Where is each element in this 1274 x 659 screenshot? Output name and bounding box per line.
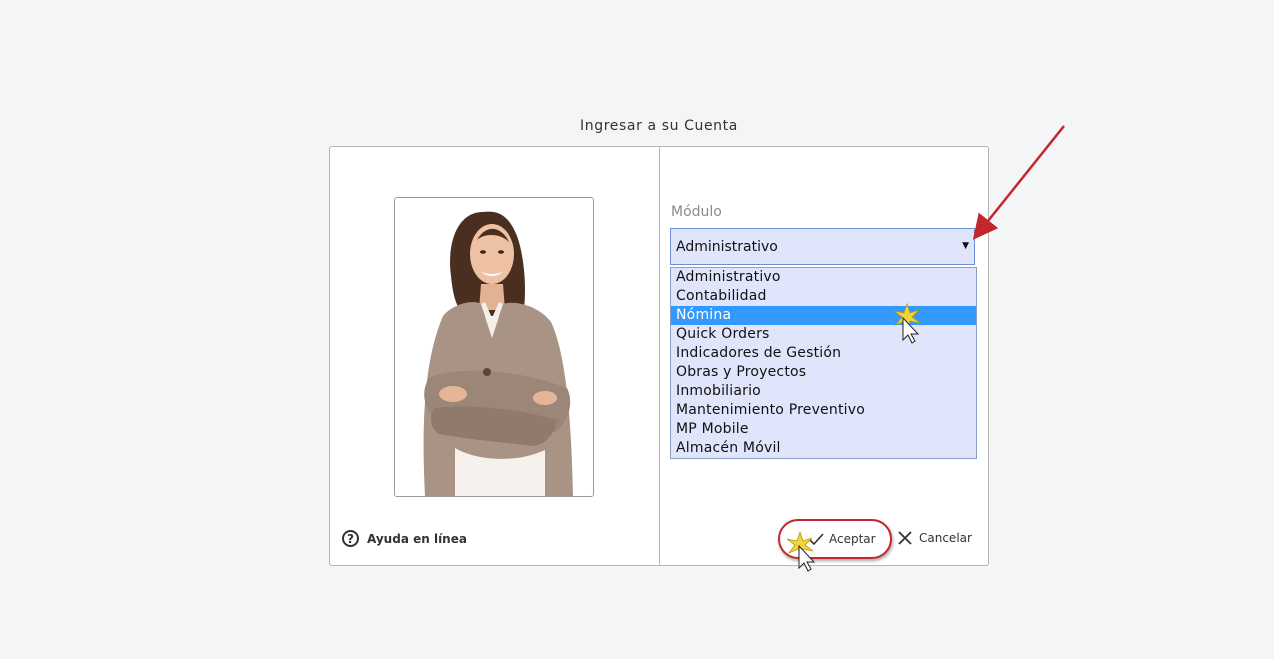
- user-photo: [394, 197, 594, 497]
- accept-button[interactable]: Aceptar: [807, 532, 876, 546]
- close-icon: [898, 531, 912, 545]
- module-option-mp-mobile[interactable]: MP Mobile: [671, 420, 976, 439]
- cancel-button[interactable]: Cancelar: [897, 530, 972, 546]
- module-option-inmobiliario[interactable]: Inmobiliario: [671, 382, 976, 401]
- login-dialog: ? Ayuda en línea Módulo Administrativo ▼…: [329, 146, 989, 566]
- module-option-indicadores[interactable]: Indicadores de Gestión: [671, 344, 976, 363]
- module-option-quick-orders[interactable]: Quick Orders: [671, 325, 976, 344]
- question-circle-icon: ?: [342, 530, 359, 547]
- module-option-mantenimiento[interactable]: Mantenimiento Preventivo: [671, 401, 976, 420]
- module-select-value: Administrativo: [676, 239, 778, 255]
- online-help-label: Ayuda en línea: [367, 531, 467, 546]
- online-help-link[interactable]: ? Ayuda en línea: [342, 530, 467, 547]
- caret-down-icon[interactable]: ▼: [962, 241, 969, 251]
- accept-label: Aceptar: [829, 532, 876, 546]
- module-dropdown-list: Administrativo Contabilidad Nómina Quick…: [670, 267, 977, 459]
- module-option-administrativo[interactable]: Administrativo: [671, 268, 976, 287]
- dialog-title: Ingresar a su Cuenta: [580, 118, 738, 134]
- module-option-obras[interactable]: Obras y Proyectos: [671, 363, 976, 382]
- annotation-arrow: [972, 125, 1065, 240]
- woman-photo-image: [395, 198, 593, 496]
- module-label: Módulo: [671, 204, 722, 220]
- module-select[interactable]: Administrativo ▼: [670, 228, 975, 265]
- module-option-nomina[interactable]: Nómina: [671, 306, 976, 325]
- module-option-almacen-movil[interactable]: Almacén Móvil: [671, 439, 976, 458]
- panel-divider: [659, 147, 660, 565]
- cancel-label: Cancelar: [919, 531, 972, 545]
- module-option-contabilidad[interactable]: Contabilidad: [671, 287, 976, 306]
- check-icon: [808, 533, 824, 546]
